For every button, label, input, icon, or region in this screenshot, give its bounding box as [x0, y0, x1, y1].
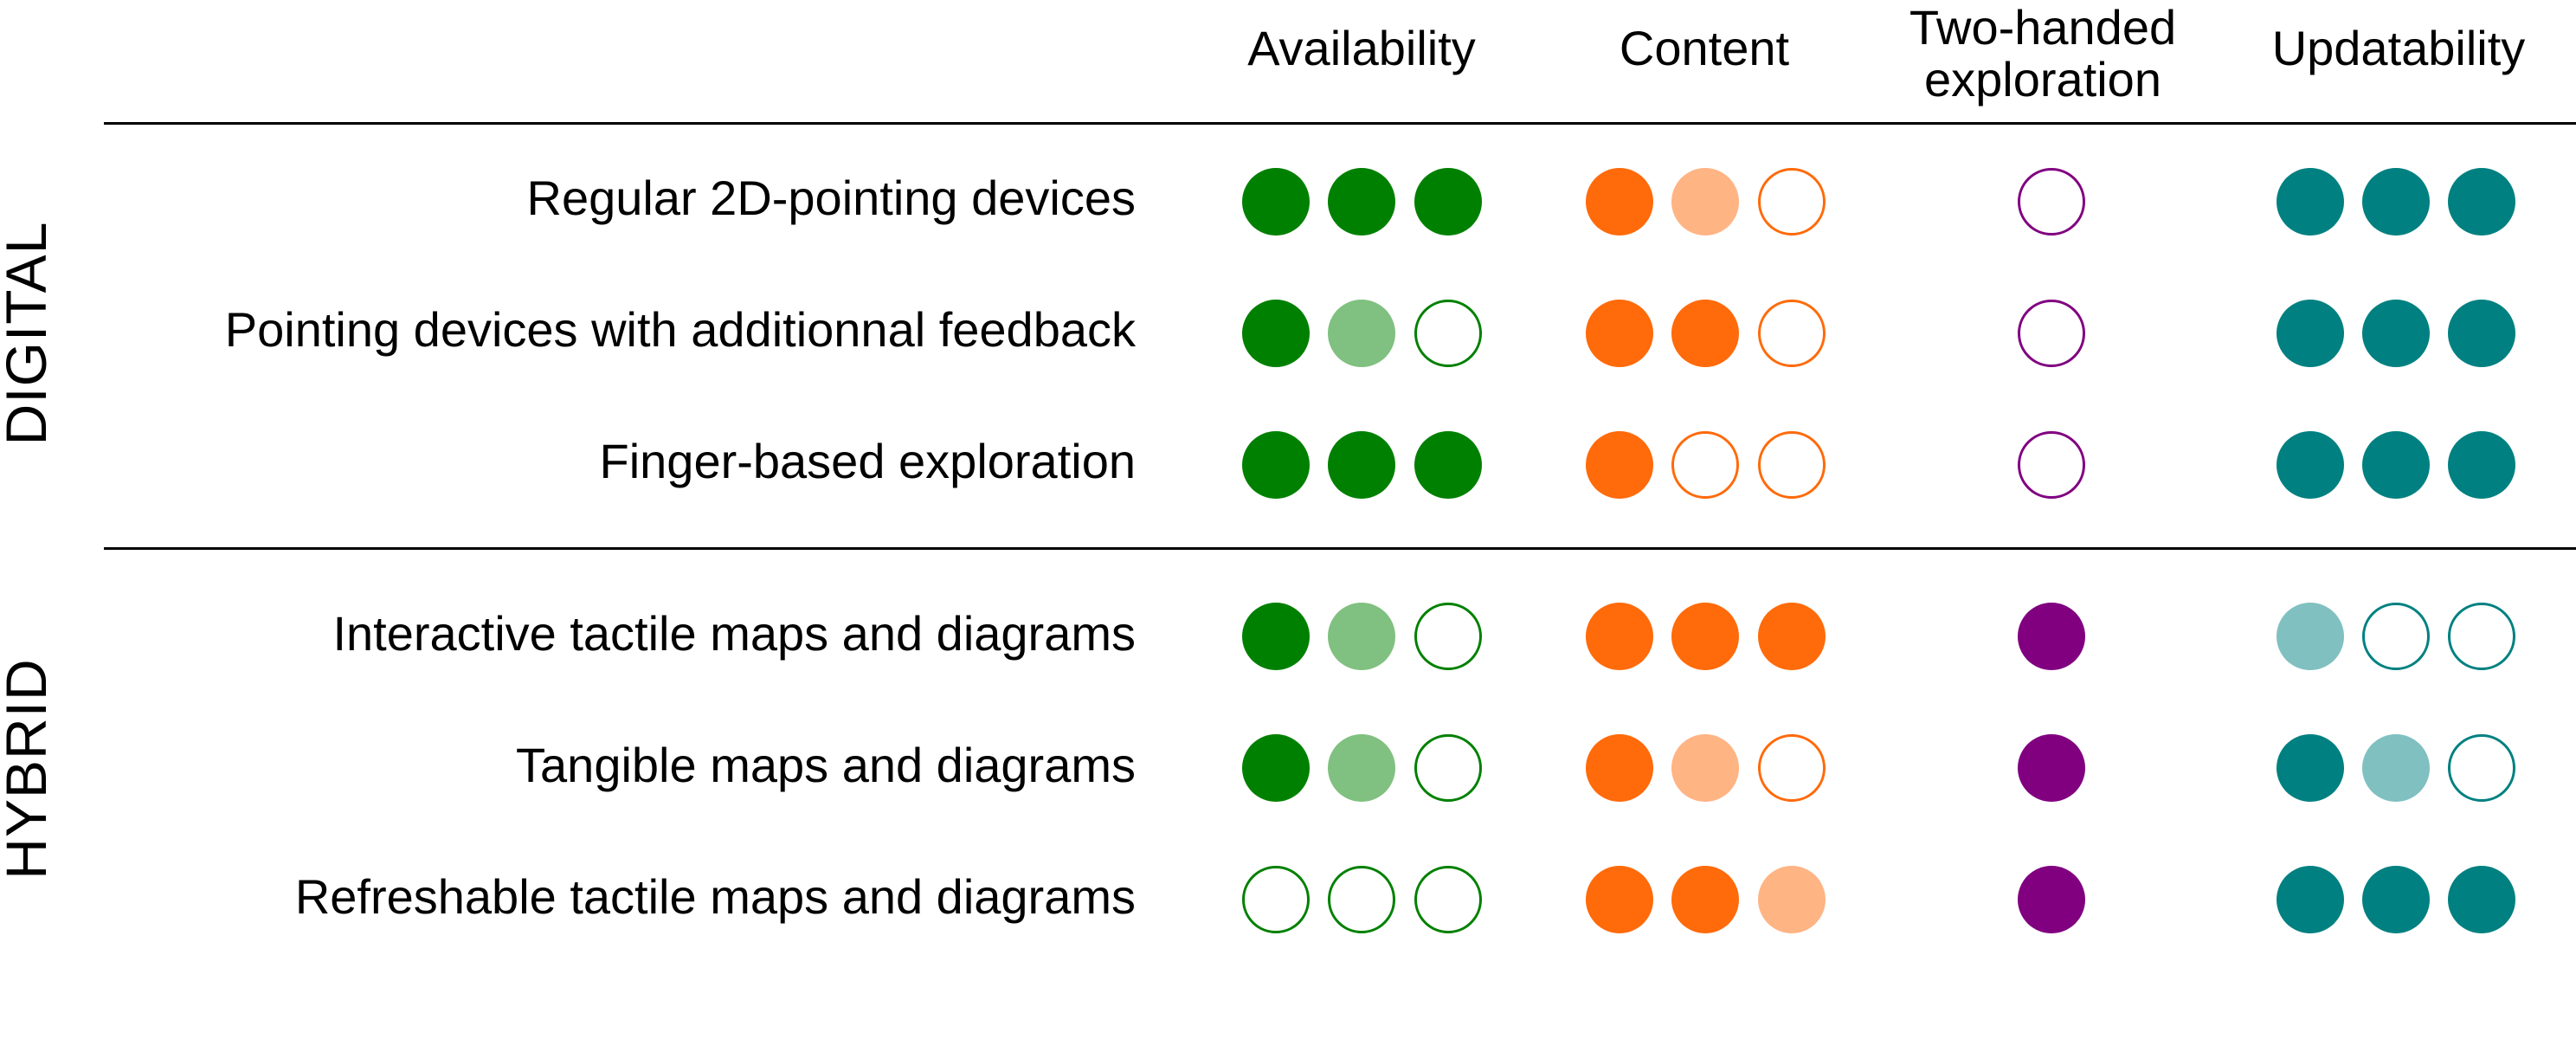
content-rating-dot	[1671, 168, 1739, 236]
content-rating-dot	[1758, 734, 1826, 802]
content-rating-dot	[1758, 603, 1826, 670]
two-handed-rating-dot	[2018, 300, 2085, 367]
two-handed-rating-dot	[2018, 168, 2085, 236]
content-rating-dot	[1758, 300, 1826, 367]
content-rating-dot	[1671, 866, 1739, 933]
content-rating-dot	[1671, 431, 1739, 499]
updatability-rating-dot	[2448, 734, 2515, 802]
availability-rating-dot	[1242, 866, 1310, 933]
updatability-rating-dot	[2277, 300, 2344, 367]
row-label-tangible: Tangible maps and diagrams	[516, 738, 1136, 792]
availability-rating-dot	[1414, 300, 1482, 367]
availability-rating-dot	[1414, 168, 1482, 236]
content-rating-dot	[1758, 168, 1826, 236]
availability-rating-dot	[1242, 734, 1310, 802]
row-label-interactive-tactile: Interactive tactile maps and diagrams	[332, 606, 1136, 661]
two-handed-rating-dot	[2018, 431, 2085, 499]
content-rating-dot	[1758, 431, 1826, 499]
group-label-digital: DIGITAL	[0, 221, 58, 446]
row-label-regular-2d-pointing: Regular 2D-pointing devices	[526, 171, 1137, 225]
content-rating-dot	[1671, 300, 1739, 367]
updatability-rating-dot	[2277, 603, 2344, 670]
updatability-rating-dot	[2448, 431, 2515, 499]
availability-rating-dot	[1328, 866, 1395, 933]
content-rating-dot	[1586, 168, 1653, 236]
availability-rating-dot	[1328, 734, 1395, 802]
availability-rating-dot	[1242, 300, 1310, 367]
availability-rating-dot	[1414, 603, 1482, 670]
group-label-hybrid: HYBRID	[0, 658, 58, 880]
row-label-pointing-feedback: Pointing devices with additionnal feedba…	[224, 302, 1136, 357]
updatability-rating-dot	[2362, 431, 2430, 499]
availability-rating-dot	[1328, 603, 1395, 670]
content-rating-dot	[1586, 734, 1653, 802]
updatability-rating-dot	[2277, 431, 2344, 499]
availability-rating-dot	[1414, 734, 1482, 802]
updatability-rating-dot	[2277, 734, 2344, 802]
column-header-content: Content	[1619, 21, 1790, 75]
content-rating-dot	[1586, 431, 1653, 499]
availability-rating-dot	[1328, 300, 1395, 367]
content-rating-dot	[1671, 603, 1739, 670]
availability-rating-dot	[1328, 168, 1395, 236]
availability-rating-dot	[1414, 431, 1482, 499]
availability-rating-dot	[1242, 603, 1310, 670]
availability-rating-dot	[1242, 168, 1310, 236]
updatability-rating-dot	[2277, 168, 2344, 236]
updatability-rating-dot	[2448, 603, 2515, 670]
content-rating-dot	[1758, 866, 1826, 933]
updatability-rating-dot	[2362, 734, 2430, 802]
updatability-rating-dot	[2448, 168, 2515, 236]
two-handed-rating-dot	[2018, 734, 2085, 802]
column-header-updatability: Updatability	[2271, 21, 2526, 75]
updatability-rating-dot	[2362, 603, 2430, 670]
updatability-rating-dot	[2362, 866, 2430, 933]
availability-rating-dot	[1242, 431, 1310, 499]
content-rating-dot	[1586, 866, 1653, 933]
content-rating-dot	[1671, 734, 1739, 802]
availability-rating-dot	[1328, 431, 1395, 499]
content-rating-dot	[1586, 300, 1653, 367]
group-divider	[104, 547, 2576, 550]
column-header-two-handed: Two-handed exploration	[1909, 0, 2177, 106]
updatability-rating-dot	[2277, 866, 2344, 933]
availability-rating-dot	[1414, 866, 1482, 933]
two-handed-rating-dot	[2018, 603, 2085, 670]
row-label-refreshable-tactile: Refreshable tactile maps and diagrams	[294, 869, 1136, 924]
content-rating-dot	[1586, 603, 1653, 670]
row-label-finger-based: Finger-based exploration	[599, 434, 1136, 488]
updatability-rating-dot	[2362, 300, 2430, 367]
updatability-rating-dot	[2448, 300, 2515, 367]
updatability-rating-dot	[2362, 168, 2430, 236]
header-divider	[104, 122, 2576, 125]
two-handed-rating-dot	[2018, 866, 2085, 933]
updatability-rating-dot	[2448, 866, 2515, 933]
column-header-availability: Availability	[1247, 21, 1476, 75]
